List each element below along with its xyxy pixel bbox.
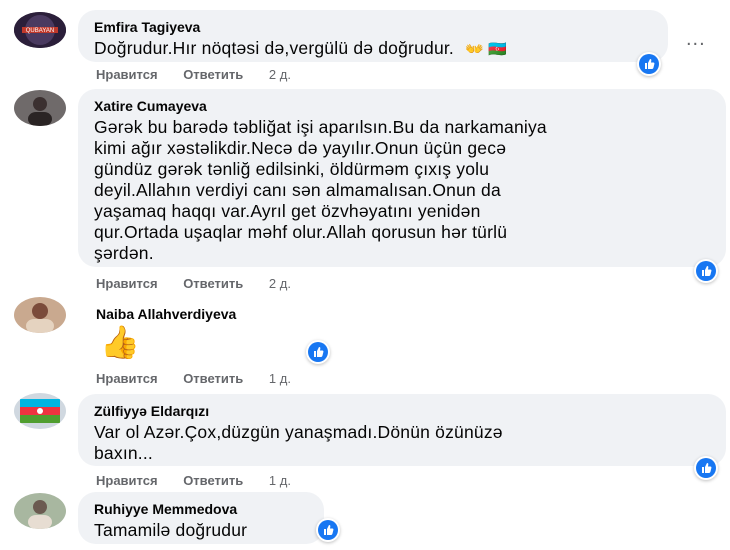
svg-text:QUBAYAN: QUBAYAN <box>26 28 54 34</box>
comment-author[interactable]: Ruhiyye Memmedova <box>94 500 310 518</box>
avatar[interactable]: QUBAYAN <box>14 12 66 48</box>
avatar-image <box>14 90 66 126</box>
thumbs-up-icon <box>318 520 338 540</box>
avatar-image <box>14 393 66 429</box>
like-reaction-badge[interactable] <box>694 456 718 480</box>
avatar-image <box>14 493 66 529</box>
comment-text-line: deyil.Allahın verdiyi canı sən almamalıs… <box>94 180 501 200</box>
like-reaction-badge[interactable] <box>316 518 340 542</box>
comment-author[interactable]: Xatire Cumayeva <box>94 97 712 115</box>
thumbs-up-icon <box>639 54 659 74</box>
comment-bubble: Emfira Tagiyeva Doğrudur.Hır nöqtəsi də,… <box>78 10 668 62</box>
comment-text-line: Var ol Azər.Çox,düzgün yanaşmadı.Dönün ö… <box>94 422 503 442</box>
comment-text: Tamamilə doğrudur <box>94 520 248 540</box>
comment-text-line: şərdən. <box>94 243 154 263</box>
comment-bubble: Xatire Cumayeva Gərək bu barədə təbliğat… <box>78 89 726 267</box>
reply-link[interactable]: Ответить <box>183 371 243 386</box>
comment-actions: Нравится Ответить 1 д. <box>96 473 313 488</box>
like-reaction-badge[interactable] <box>306 340 330 364</box>
like-link[interactable]: Нравится <box>96 371 158 386</box>
top-edge <box>0 0 730 6</box>
timestamp[interactable]: 2 д. <box>269 276 291 291</box>
timestamp[interactable]: 2 д. <box>269 67 291 82</box>
comment-text: Doğrudur.Hır nöqtəsi də,vergülü də doğru… <box>94 38 454 58</box>
timestamp[interactable]: 1 д. <box>269 371 291 386</box>
avatar[interactable] <box>14 393 66 429</box>
avatar[interactable] <box>14 297 66 333</box>
comment-text-line: kimi ağır xəstəlikdir.Necə də yayılır.On… <box>94 138 507 158</box>
comment-author[interactable]: Zülfiyyə Eldarqızı <box>94 402 712 420</box>
like-link[interactable]: Нравится <box>96 473 158 488</box>
comment-text-line: baxın... <box>94 443 153 463</box>
comment-bubble: Zülfiyyə Eldarqızı Var ol Azər.Çox,düzgü… <box>78 394 726 466</box>
comment-author[interactable]: Naiba Allahverdiyeva <box>96 305 236 323</box>
reply-link[interactable]: Ответить <box>183 276 243 291</box>
avatar-image <box>14 297 66 333</box>
comment-emoji: 👐 🇦🇿 <box>465 41 508 58</box>
comment-actions: Нравится Ответить 1 д. <box>96 371 313 386</box>
thumbs-up-icon <box>308 342 328 362</box>
like-link[interactable]: Нравится <box>96 276 158 291</box>
comment-text-line: gündüz gərək tənliğ edilsinki, öldürməm … <box>94 159 490 179</box>
like-reaction-badge[interactable] <box>637 52 661 76</box>
like-link[interactable]: Нравится <box>96 67 158 82</box>
comment-text-line: Gərək bu barədə təbliğat işi aparılsın.B… <box>94 117 547 137</box>
comment-author[interactable]: Emfira Tagiyeva <box>94 18 654 36</box>
thumbs-up-emoji: 👍 <box>100 324 140 360</box>
avatar-image: QUBAYAN <box>14 12 66 48</box>
like-reaction-badge[interactable] <box>694 259 718 283</box>
comment-text-line: yaşamaq haqqı var.Ayrıl get özvhəyatını … <box>94 201 481 221</box>
avatar[interactable] <box>14 90 66 126</box>
comment-actions: Нравится Ответить 2 д. <box>96 276 313 291</box>
comment-bubble: Ruhiyye Memmedova Tamamilə doğrudur <box>78 492 324 544</box>
thumbs-up-icon <box>696 458 716 478</box>
thumbs-up-icon <box>696 261 716 281</box>
avatar[interactable] <box>14 493 66 529</box>
timestamp[interactable]: 1 д. <box>269 473 291 488</box>
reply-link[interactable]: Ответить <box>183 67 243 82</box>
reply-link[interactable]: Ответить <box>183 473 243 488</box>
comment-actions: Нравится Ответить 2 д. <box>96 67 313 82</box>
comment-text-line: qur.Ortada uşaqlar məhf olur.Allah qorus… <box>94 222 508 242</box>
more-options-icon[interactable]: ... <box>686 28 706 51</box>
